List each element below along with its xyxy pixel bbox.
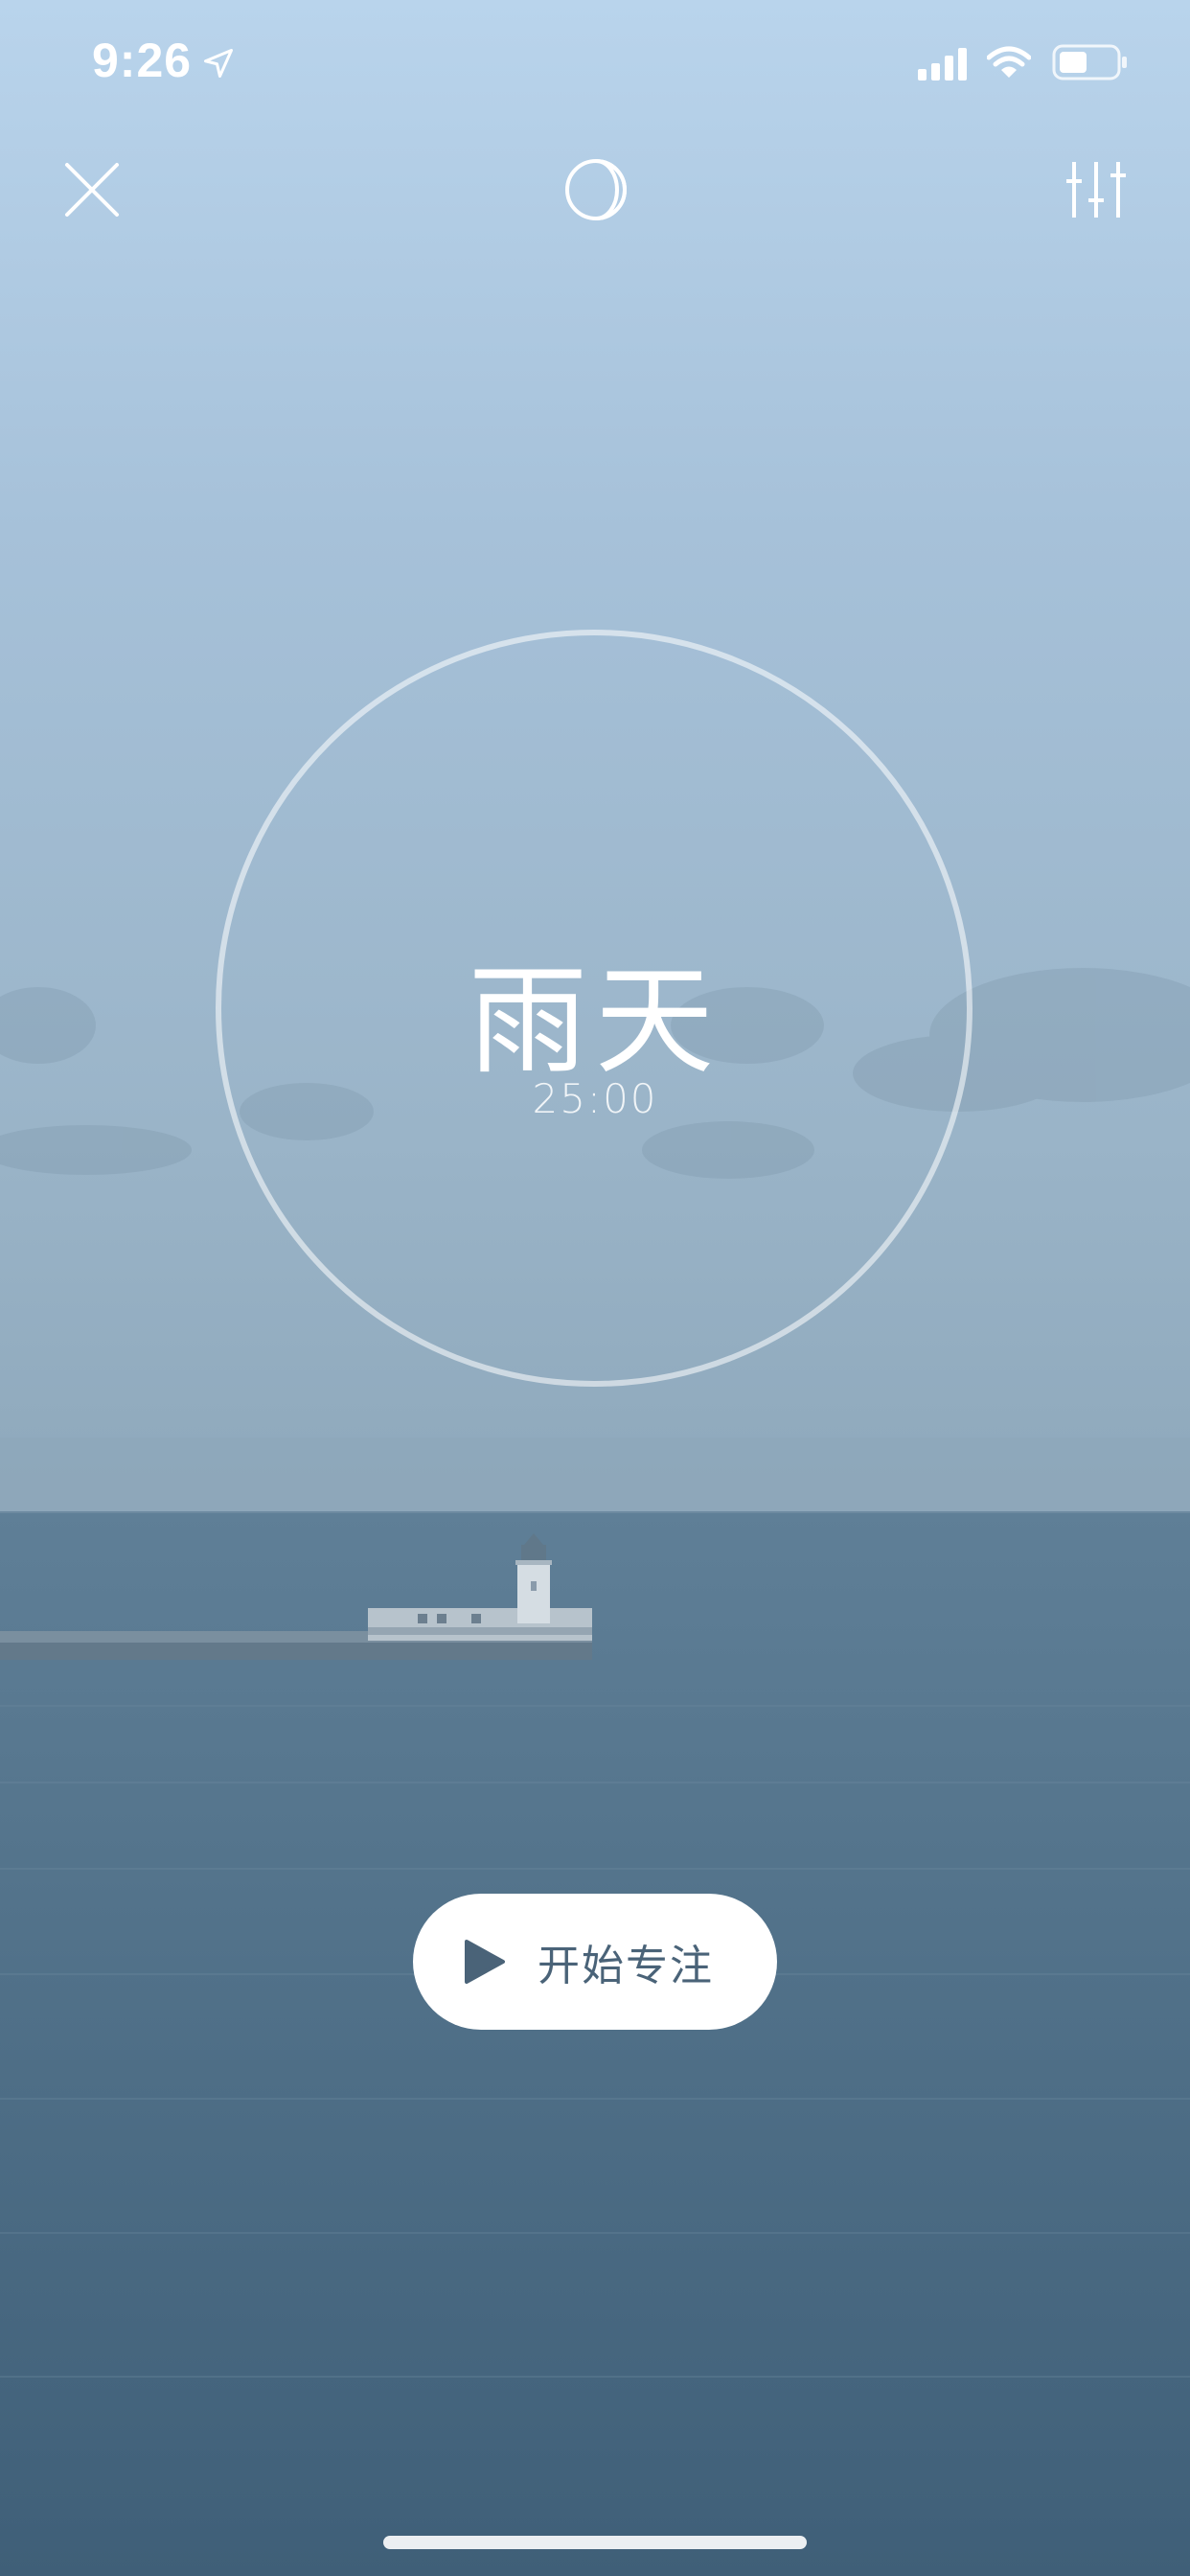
- home-indicator[interactable]: [383, 2536, 807, 2549]
- start-focus-label: 开始专注: [538, 1942, 714, 1990]
- battery-icon: [1052, 44, 1127, 80]
- cellular-signal-icon: [918, 48, 967, 80]
- status-time: 9:26: [92, 34, 193, 87]
- focus-sound-screen: 9:26 雨天 25:00 开始专注: [0, 0, 1190, 2576]
- sound-settings-button[interactable]: [1039, 132, 1154, 247]
- play-icon: [465, 1940, 505, 1984]
- sound-name: 雨天: [468, 953, 721, 1091]
- timer-duration: 25:00: [532, 1075, 658, 1122]
- theme-moon-icon: [565, 159, 627, 220]
- location-arrow-icon: [204, 49, 233, 78]
- theme-toggle-button[interactable]: [538, 132, 653, 247]
- close-button[interactable]: [34, 132, 149, 247]
- sliders-icon: [1066, 162, 1126, 218]
- start-focus-button[interactable]: 开始专注: [413, 1894, 777, 2030]
- wifi-icon: [987, 46, 1031, 78]
- close-icon: [65, 163, 119, 217]
